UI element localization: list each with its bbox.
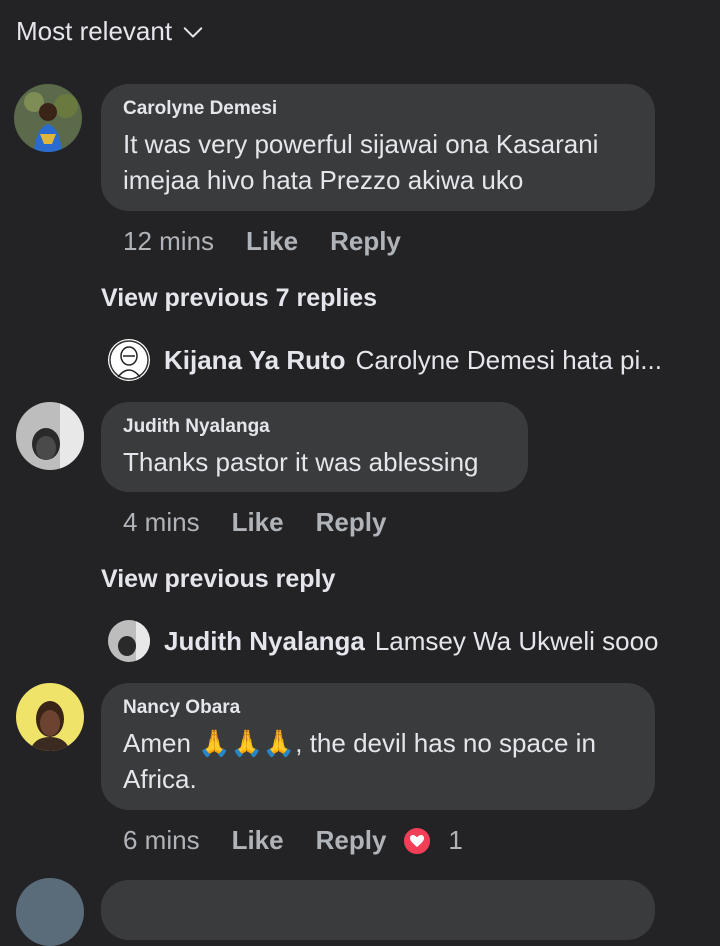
avatar[interactable]: [14, 84, 82, 152]
reply-button[interactable]: Reply: [316, 825, 387, 856]
view-previous-replies-link[interactable]: View previous 7 replies: [101, 284, 377, 313]
reply-snippet: Carolyne Demesi hata pi...: [355, 344, 662, 375]
comment-actions: 4 mins Like Reply: [123, 507, 386, 538]
comment-actions: 6 mins Like Reply 1: [123, 825, 463, 856]
reaction-count[interactable]: 1: [448, 825, 462, 856]
comment-time[interactable]: 6 mins: [123, 825, 200, 856]
comment-text: Africa.: [123, 764, 197, 794]
reply-snippet: Lamsey Wa Ukweli sooo: [374, 625, 659, 656]
view-previous-reply-link[interactable]: View previous reply: [101, 565, 335, 594]
comment-time[interactable]: 12 mins: [123, 226, 214, 257]
reply-button[interactable]: Reply: [316, 507, 387, 538]
reply-author[interactable]: Judith Nyalanga: [164, 626, 365, 657]
comment-actions: 12 mins Like Reply: [123, 226, 401, 257]
avatar[interactable]: [16, 878, 84, 946]
heart-reaction-icon[interactable]: [402, 825, 433, 856]
reply-author[interactable]: Kijana Ya Ruto: [164, 345, 346, 376]
reply-button[interactable]: Reply: [330, 226, 401, 257]
avatar[interactable]: [108, 620, 150, 662]
reply-preview[interactable]: Kijana Ya Ruto Carolyne Demesi hata pi..…: [108, 339, 662, 381]
comment-text: Thanks pastor it was ablessing: [123, 447, 479, 477]
like-button[interactable]: Like: [246, 226, 298, 257]
comment-author[interactable]: Nancy Obara: [123, 697, 633, 719]
comment-text: imejaa hivo hata Prezzo akiwa uko: [123, 165, 524, 195]
comment-text: Amen 🙏🙏🙏, the devil has no space in: [123, 728, 596, 758]
comment-bubble[interactable]: [101, 880, 655, 940]
like-button[interactable]: Like: [232, 507, 284, 538]
avatar[interactable]: [16, 402, 84, 470]
avatar[interactable]: [108, 339, 150, 381]
like-button[interactable]: Like: [232, 825, 284, 856]
sort-label: Most relevant: [16, 16, 173, 46]
avatar[interactable]: [16, 683, 84, 751]
comment-text: It was very powerful sijawai ona Kasaran…: [123, 129, 599, 159]
sort-dropdown[interactable]: Most relevant: [16, 16, 204, 47]
reply-preview[interactable]: Judith Nyalanga Lamsey Wa Ukweli sooo: [108, 620, 659, 662]
comment-author[interactable]: Judith Nyalanga: [123, 416, 506, 438]
comment-bubble[interactable]: Carolyne Demesi It was very powerful sij…: [101, 84, 655, 211]
comment-time[interactable]: 4 mins: [123, 507, 200, 538]
chevron-down-icon: [183, 26, 203, 38]
comment-bubble[interactable]: Nancy Obara Amen 🙏🙏🙏, the devil has no s…: [101, 683, 655, 810]
comment-bubble[interactable]: Judith Nyalanga Thanks pastor it was abl…: [101, 402, 528, 492]
comment-author[interactable]: Carolyne Demesi: [123, 98, 633, 120]
